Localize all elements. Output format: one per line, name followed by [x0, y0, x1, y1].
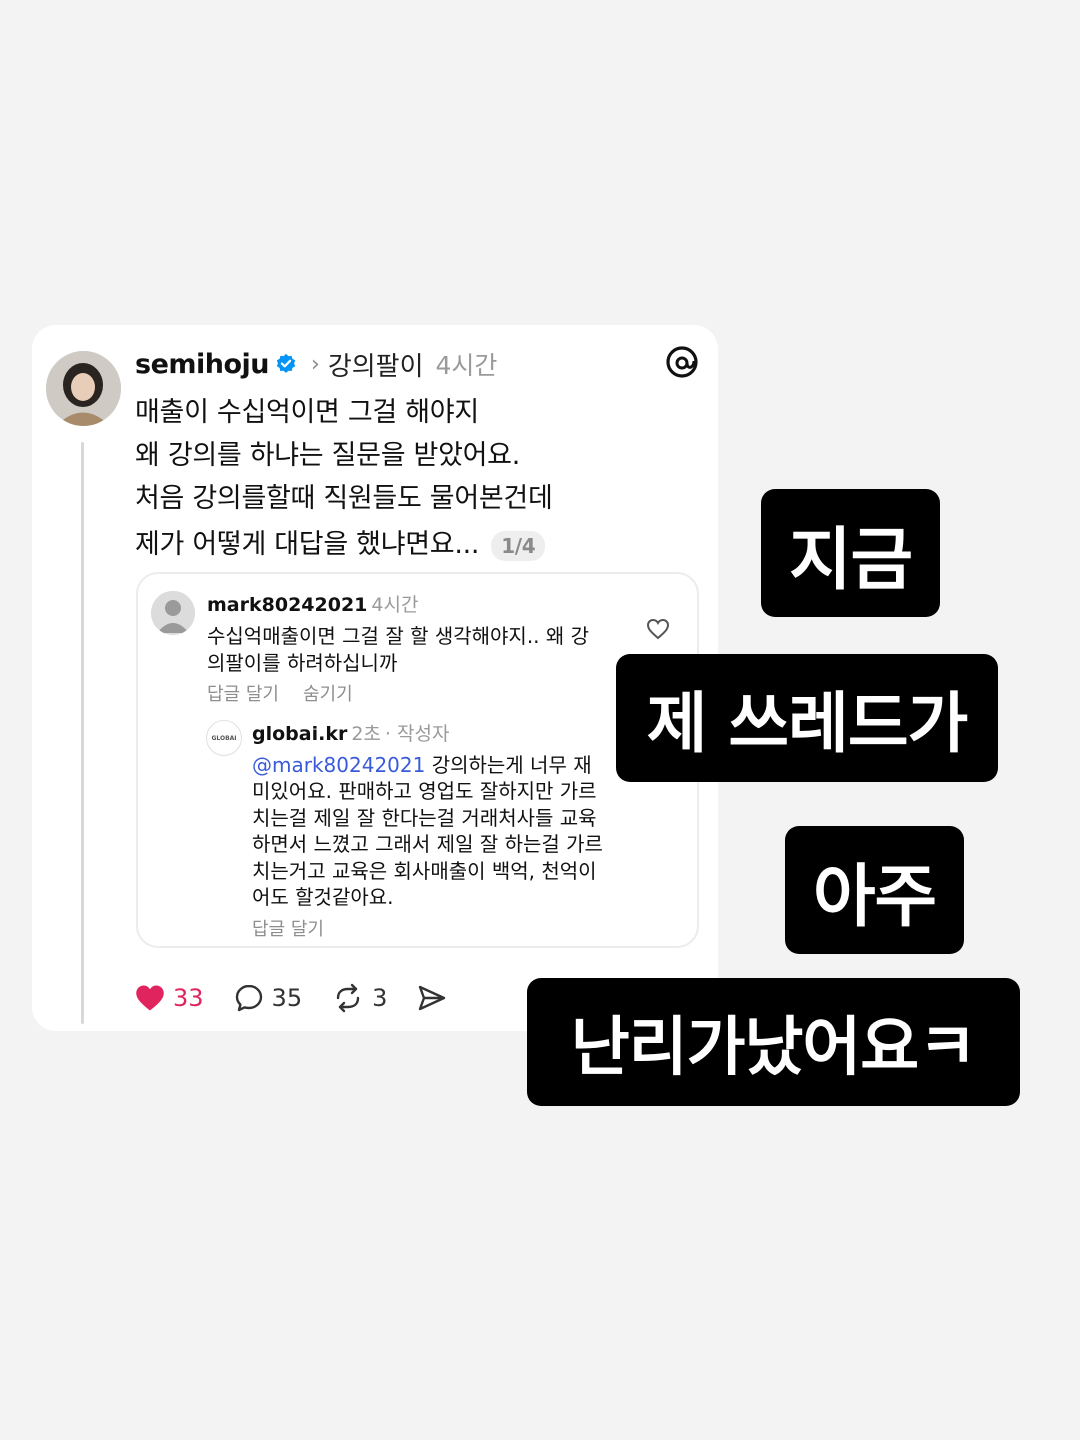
comment-button[interactable]: 35	[234, 983, 303, 1013]
mention-link[interactable]: @mark80242021	[252, 753, 425, 777]
post-pager-badge[interactable]: 1/4	[491, 530, 546, 561]
like-button[interactable]: 33	[135, 984, 204, 1012]
threads-logo-icon[interactable]	[664, 344, 700, 380]
send-icon	[419, 985, 446, 1011]
reply-text-fragment: 강의하는게 너무 재	[425, 753, 592, 777]
topic-tag[interactable]: 강의팔이	[328, 346, 424, 383]
comment-text-line: 의팔이를 하려하십니까	[207, 651, 398, 675]
reply-text-line: 치는걸 제일 잘 한다는걸 거래처사들 교육	[252, 806, 597, 830]
comment-time: 4시간	[371, 594, 419, 616]
like-count: 33	[173, 984, 204, 1012]
comment-reply-button[interactable]: 답글 달기	[207, 680, 279, 706]
reply-reply-button[interactable]: 답글 달기	[252, 915, 324, 941]
post-text-line: 매출이 수십억이면 그걸 해야지	[135, 397, 479, 428]
repost-icon	[336, 983, 360, 1013]
reply-text-line: 하면서 느꼈고 그래서 제일 잘 하는걸 가르	[252, 832, 603, 856]
comment-like-heart-icon[interactable]	[646, 618, 670, 640]
heart-filled-icon	[136, 985, 164, 1011]
comment-hide-button[interactable]: 숨기기	[303, 680, 353, 706]
post-text-line: 처음 강의를할때 직원들도 물어본건데	[135, 483, 553, 514]
comment-count: 35	[271, 984, 303, 1012]
post-time: 4시간	[435, 351, 498, 380]
commenter-avatar[interactable]	[151, 591, 195, 635]
post-header: semihoju › 강의팔이 4시간	[135, 344, 497, 384]
reply-username-row: globai.kr 2초 · 작성자	[252, 719, 449, 746]
reply-author-badge: · 작성자	[384, 723, 450, 745]
overlay-caption-3: 아주	[785, 826, 964, 954]
reply-text-line: 어도 할것같아요.	[252, 885, 394, 909]
post-action-bar: 33 35 3	[135, 978, 485, 1018]
reply-time: 2초	[351, 723, 381, 745]
reply-text-line: 치는거고 교육은 회사매출이 백억, 천억이	[252, 859, 597, 883]
comment-bubble-icon	[235, 984, 262, 1012]
repost-button[interactable]: 3	[332, 983, 387, 1013]
repost-count: 3	[372, 984, 388, 1012]
reply-username[interactable]: globai.kr	[252, 723, 347, 745]
post-text-line: 왜 강의를 하냐는 질문을 받았어요.	[135, 440, 520, 471]
comment-text-line: 수십억매출이면 그걸 잘 할 생각해야지.. 왜 강	[207, 624, 590, 648]
overlay-caption-1: 지금	[761, 489, 940, 617]
chevron-right-icon: ›	[311, 351, 320, 377]
overlay-caption-2: 제 쓰레드가	[616, 654, 998, 782]
commenter-username[interactable]: mark80242021	[207, 594, 367, 616]
reply-text-line: 미있어요. 판매하고 영업도 잘하지만 가르	[252, 779, 597, 803]
post-text-line-last: 제가 어떻게 대답을 했냐면요... 1/4	[135, 522, 546, 561]
verified-badge-icon	[276, 353, 296, 373]
share-button[interactable]	[417, 983, 455, 1013]
reply-text-line-first: @mark80242021 강의하는게 너무 재	[252, 749, 592, 778]
commenter-username-row: mark80242021 4시간	[207, 590, 418, 617]
post-username[interactable]: semihoju	[135, 349, 270, 380]
profile-avatar[interactable]	[46, 351, 121, 426]
post-text-line-content: 제가 어떻게 대답을 했냐면요...	[135, 529, 480, 560]
reply-author-avatar[interactable]: GLOBAI	[206, 720, 242, 756]
thread-connector-line	[81, 442, 84, 1024]
overlay-caption-4: 난리가났어요ㅋ	[527, 978, 1020, 1106]
